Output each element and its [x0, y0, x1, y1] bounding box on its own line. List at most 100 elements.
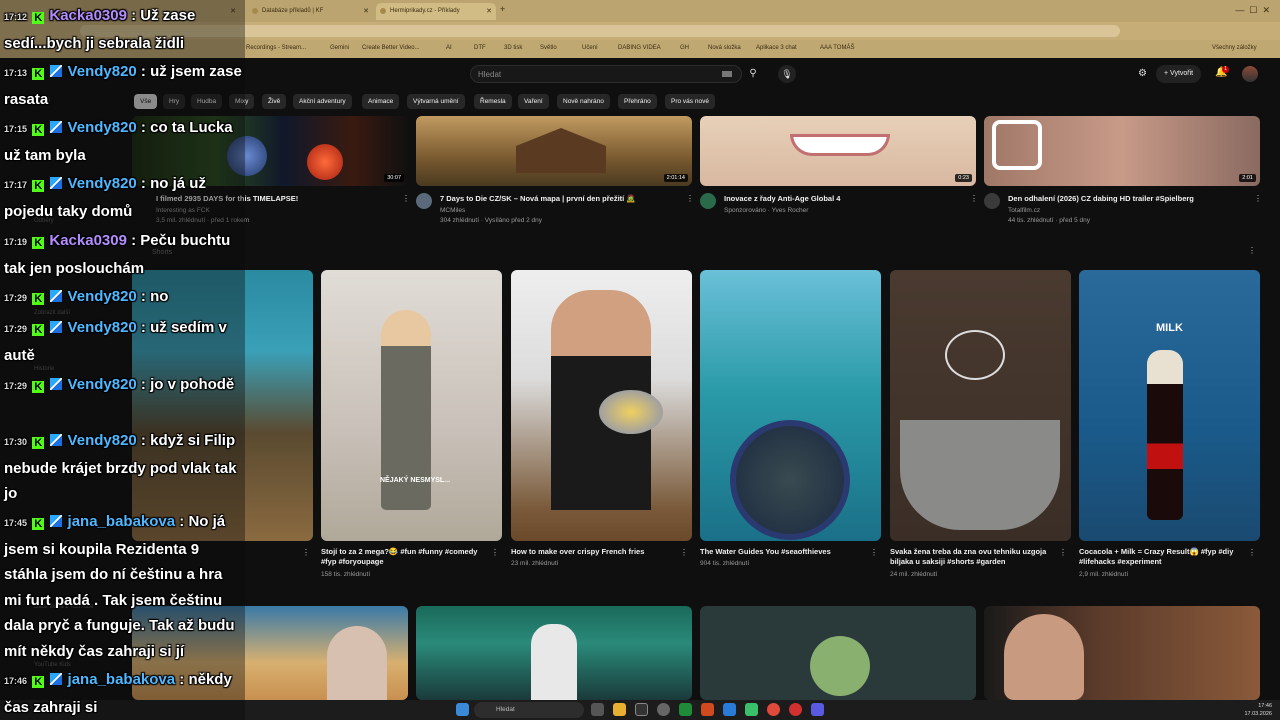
chat-timestamp: 17:29 — [4, 324, 28, 334]
channel-name[interactable]: MCMiles — [440, 206, 465, 215]
chip[interactable]: Řemesla — [474, 94, 512, 109]
chip[interactable]: Vaření — [518, 94, 549, 109]
bookmark[interactable]: 3D tisk — [504, 45, 522, 51]
chip[interactable]: Akční adventury — [293, 94, 352, 109]
search-icon[interactable]: ⚲ — [744, 65, 762, 83]
more-icon[interactable]: ⋮ — [1248, 548, 1256, 557]
short-thumbnail[interactable] — [700, 270, 881, 541]
more-icon[interactable]: ⋮ — [970, 194, 978, 203]
short-views: 904 tis. zhlédnutí — [700, 560, 750, 567]
chip[interactable]: Přehráno — [618, 94, 657, 109]
chip[interactable]: Nově nahráno — [557, 94, 610, 109]
excel-icon[interactable] — [679, 703, 692, 716]
task-view-icon[interactable] — [591, 703, 604, 716]
more-icon[interactable]: ⋮ — [402, 194, 410, 203]
bookmark[interactable]: DABING VIDEA — [618, 45, 661, 51]
cup-mascot-shape — [810, 636, 870, 696]
app-icon[interactable] — [745, 703, 758, 716]
bookmark[interactable]: Gemini — [330, 45, 349, 51]
chip[interactable]: Pro vás nové — [665, 94, 715, 109]
chrome-icon[interactable] — [767, 703, 780, 716]
short-overlay-text: NĚJAKÝ NESMYSL... — [380, 477, 451, 484]
more-icon[interactable]: ⋮ — [1248, 246, 1256, 255]
bookmark[interactable]: Aplikace 3 chat — [756, 45, 797, 51]
short-thumbnail[interactable] — [890, 270, 1071, 541]
video-thumbnail[interactable] — [700, 606, 976, 700]
bookmark[interactable]: Recordings - Stream... — [246, 45, 306, 51]
bookmark[interactable]: AAA TOMÁŠ — [820, 45, 854, 51]
short-title[interactable]: Stojí to za 2 mega?😂 #fun #funny #comedy… — [321, 547, 489, 567]
more-icon[interactable]: ⋮ — [686, 194, 694, 203]
face-shape — [327, 626, 387, 700]
short-title[interactable]: Cocacola + Milk = Crazy Result😱 #fyp #di… — [1079, 547, 1247, 567]
new-tab-icon[interactable]: + — [500, 4, 505, 14]
short-title[interactable]: How to make over crispy French fries — [511, 547, 679, 557]
video-thumbnail[interactable] — [416, 606, 692, 700]
browser-tab-active[interactable]: Hermiprikady.cz - Příklady ✕ — [376, 3, 496, 20]
video-meta: 304 zhlédnutí · Vysíláno před 2 dny — [440, 217, 543, 224]
app-icon[interactable] — [701, 703, 714, 716]
file-explorer-icon[interactable] — [613, 703, 626, 716]
bookmark[interactable]: Všechny záložky — [1212, 45, 1257, 51]
keyboard-icon[interactable] — [722, 71, 732, 77]
channel-avatar[interactable] — [700, 193, 716, 209]
bookmark[interactable]: GH — [680, 45, 689, 51]
window-controls[interactable]: — ☐ ✕ — [1235, 5, 1270, 16]
browser-tab[interactable]: Databáze příkladů | KF ✕ — [248, 3, 373, 20]
short-thumbnail[interactable] — [511, 270, 692, 541]
avatar[interactable] — [1242, 66, 1258, 82]
channel-avatar[interactable] — [416, 193, 432, 209]
chat-username: Kacka0309 — [49, 232, 127, 249]
bookmark[interactable]: Create Better Video... — [362, 45, 420, 51]
chat-timestamp: 17:15 — [4, 124, 28, 134]
chip[interactable]: Výtvarná umění — [407, 94, 465, 109]
bookmark[interactable]: Učení — [582, 45, 598, 51]
video-thumbnail[interactable]: 2:01 — [984, 116, 1260, 186]
chat-message: 17:15 K Vendy820 : co ta Lucka už tam by… — [4, 119, 233, 164]
microphone-icon[interactable]: 🎙 — [778, 65, 796, 83]
browser-icon[interactable] — [789, 703, 802, 716]
chat-timestamp: 17:13 — [4, 68, 28, 78]
close-icon[interactable]: ✕ — [486, 7, 492, 15]
more-icon[interactable]: ⋮ — [1059, 548, 1067, 557]
chip[interactable]: Animace — [362, 94, 400, 109]
discord-icon[interactable] — [811, 703, 824, 716]
app-icon[interactable] — [723, 703, 736, 716]
chat-timestamp: 17:29 — [4, 293, 28, 303]
short-thumbnail[interactable] — [1079, 270, 1260, 541]
kick-badge-icon: K — [32, 676, 45, 688]
short-title[interactable]: Svaka žena treba da zna ovu tehniku uzgo… — [890, 547, 1058, 567]
more-icon[interactable]: ⋮ — [870, 548, 878, 557]
more-icon[interactable]: ⋮ — [302, 548, 310, 557]
taskbar-search[interactable]: Hledat — [474, 702, 584, 718]
bookmark[interactable]: DTF — [474, 45, 486, 51]
search-input[interactable]: Hledat — [470, 65, 742, 83]
start-icon[interactable] — [456, 703, 469, 716]
close-icon[interactable]: ✕ — [363, 7, 369, 15]
bookmark[interactable]: Nová složka — [708, 45, 741, 51]
bookmark[interactable]: AI — [446, 45, 452, 51]
bookmark[interactable]: Světlo — [540, 45, 557, 51]
more-icon[interactable]: ⋮ — [680, 548, 688, 557]
more-icon[interactable]: ⋮ — [491, 548, 499, 557]
more-icon[interactable]: ⋮ — [1254, 194, 1262, 203]
video-thumbnail[interactable] — [984, 606, 1260, 700]
settings-icon[interactable] — [657, 703, 670, 716]
tiktok-icon[interactable] — [635, 703, 648, 716]
video-title[interactable]: 7 Days to Die CZ/SK – Nová mapa | první … — [440, 194, 680, 204]
cast-icon[interactable]: ⚙ — [1138, 68, 1147, 79]
system-clock[interactable]: 17:46 17.03.2026 — [1244, 702, 1272, 718]
channel-avatar[interactable] — [984, 193, 1000, 209]
short-title[interactable]: The Water Guides You #seaofthieves — [700, 547, 868, 557]
video-thumbnail[interactable]: 0:23 — [700, 116, 976, 186]
video-title[interactable]: Inovace z řady Anti-Age Global 4 — [724, 194, 964, 204]
chat-message: 17:29 K Vendy820 : už sedím v autě — [4, 319, 227, 364]
chat-username: Vendy820 — [67, 119, 137, 136]
chip[interactable]: Živě — [262, 94, 287, 109]
short-thumbnail[interactable] — [321, 270, 502, 541]
create-button[interactable]: + Vytvořit — [1156, 65, 1202, 83]
video-title[interactable]: Den odhalení (2026) CZ dabing HD trailer… — [1008, 194, 1248, 204]
favicon-icon — [252, 8, 258, 14]
channel-name[interactable]: Totalfilm.cz — [1008, 206, 1040, 215]
video-thumbnail[interactable]: 2:01:14 — [416, 116, 692, 186]
